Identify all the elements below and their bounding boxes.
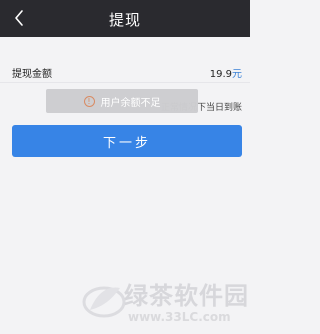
amount-unit: 元 <box>232 69 242 80</box>
toast-message: ! 用户余额不足 <box>46 89 198 113</box>
watermark-url: www.33LC.com <box>128 310 231 324</box>
page-title: 提现 <box>108 11 141 29</box>
exclamation-circle-icon: ! <box>83 95 95 107</box>
withdraw-amount-row: 提现金额 19.9元 <box>0 59 250 83</box>
leaf-logo-icon <box>82 286 126 318</box>
watermark-name: 绿茶软件园 <box>124 282 249 310</box>
withdraw-page: 提现 提现金额 19.9元 正常情况下当日到账 下一步 ! 用户余额不足 绿茶软… <box>0 0 250 334</box>
withdraw-amount-label: 提现金额 <box>12 69 52 80</box>
next-step-button[interactable]: 下一步 <box>12 125 242 157</box>
toast-text: 用户余额不足 <box>100 97 161 109</box>
app-header: 提现 <box>0 0 250 37</box>
watermark: 绿茶软件园 www.33LC.com <box>80 270 250 334</box>
withdraw-amount-value: 19.9元 <box>210 65 242 80</box>
amount-number: 19.9 <box>209 69 232 80</box>
